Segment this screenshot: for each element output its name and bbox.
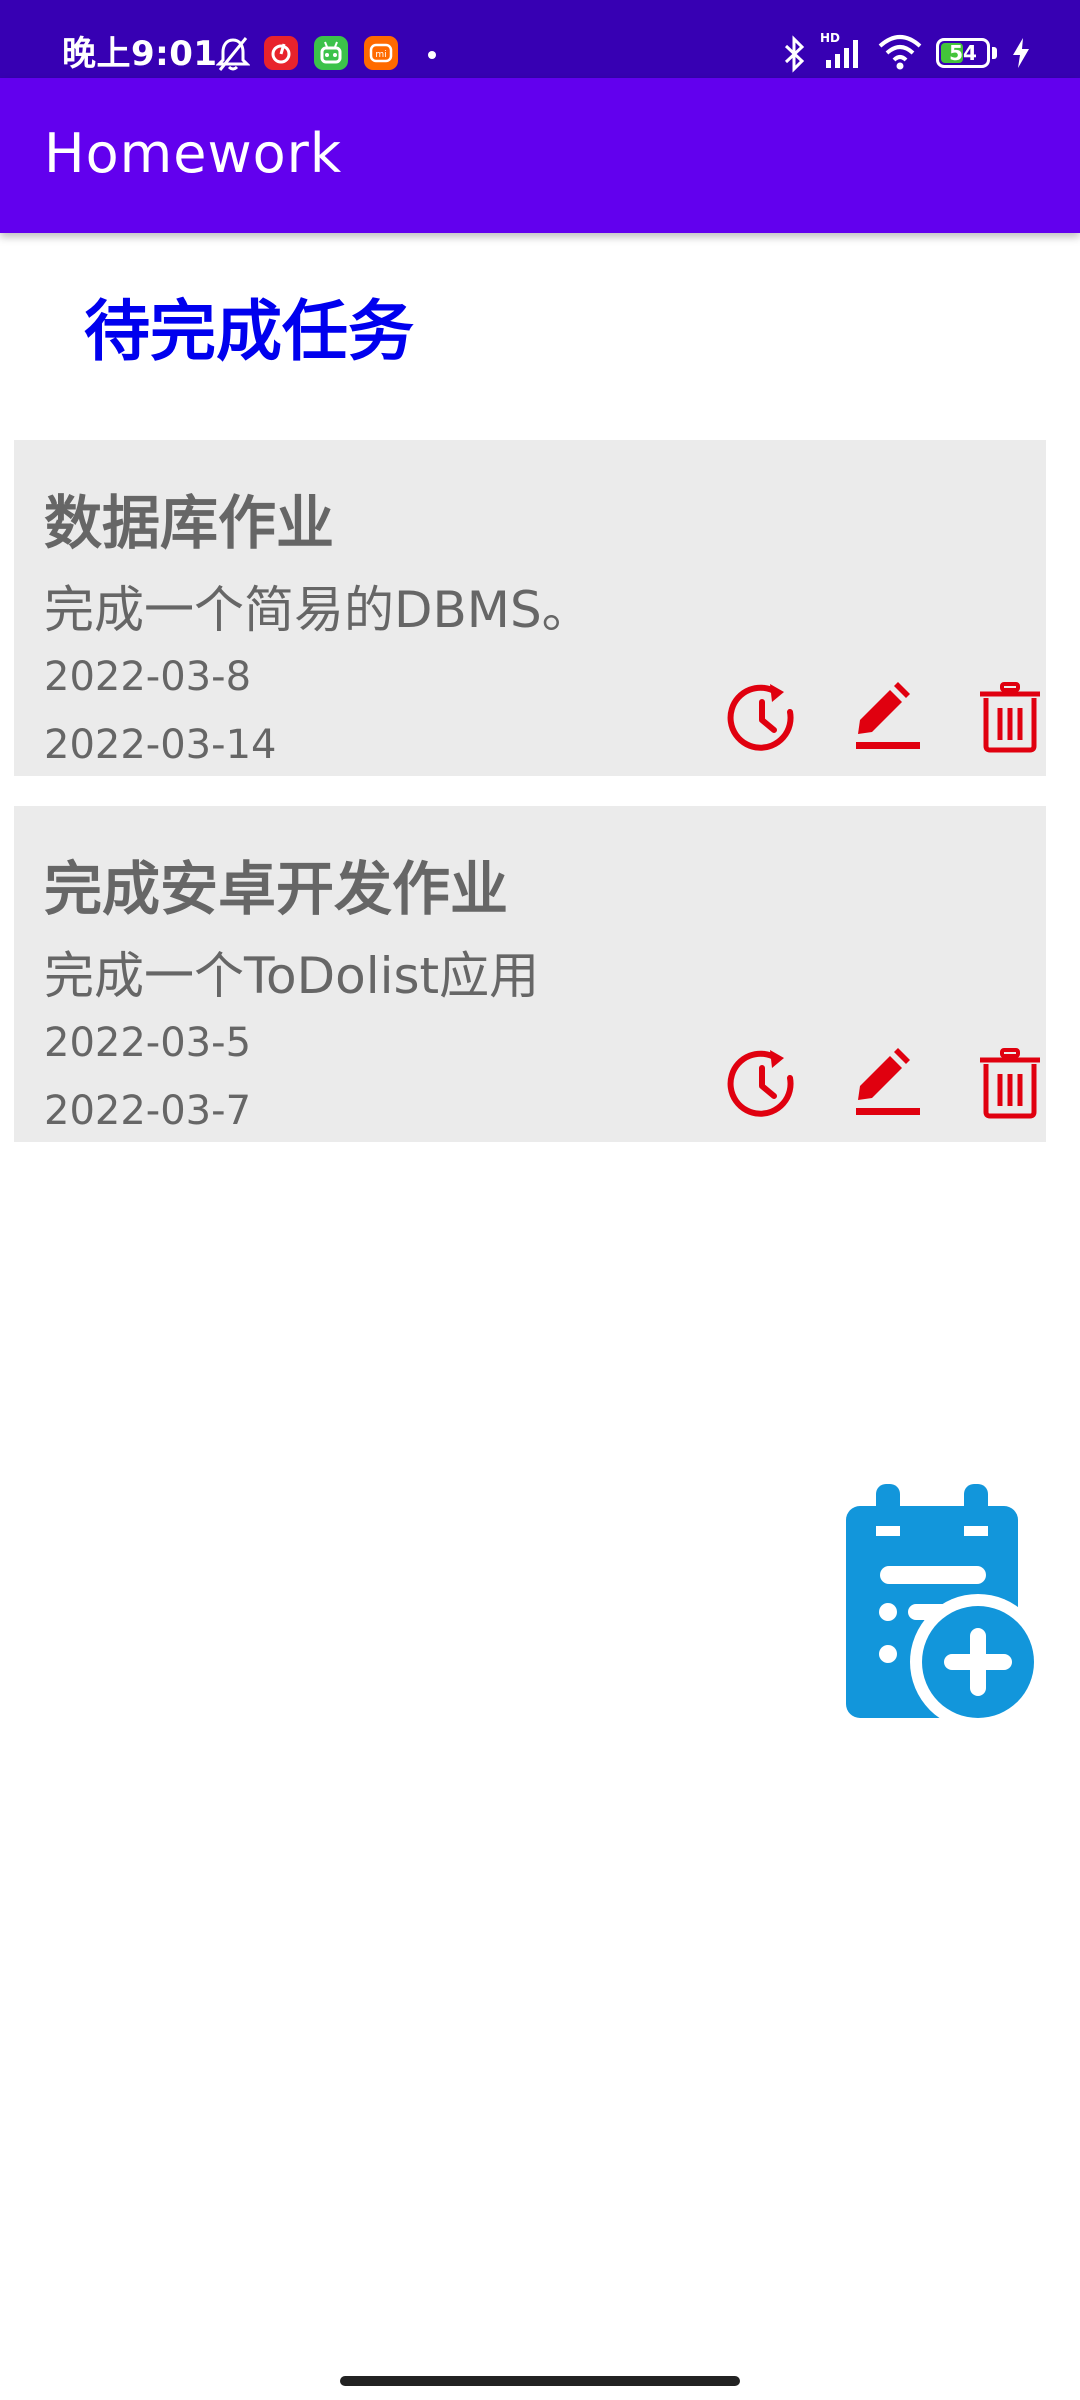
app-title: Homework	[44, 122, 343, 185]
task-description: 完成一个ToDolist应用	[44, 947, 540, 1005]
task-end-date: 2022-03-14	[44, 722, 277, 768]
task-start-date: 2022-03-8	[44, 654, 252, 700]
home-indicator[interactable]	[340, 2376, 740, 2386]
cell-signal-icon: HD	[818, 30, 864, 76]
delete-button[interactable]	[970, 678, 1046, 758]
calendar-add-icon	[846, 1484, 1046, 1730]
mi-badge: mi	[364, 36, 398, 70]
delete-button[interactable]	[970, 1044, 1046, 1124]
edit-button[interactable]	[846, 678, 926, 758]
section-title: 待完成任务	[84, 293, 414, 370]
edit-icon	[856, 1048, 920, 1115]
postpone-button[interactable]	[722, 678, 802, 758]
status-time: 晚上9:01	[62, 34, 218, 74]
delete-icon	[980, 682, 1040, 753]
delete-icon	[980, 1048, 1040, 1119]
battery-level: 54	[949, 41, 977, 65]
network-label: HD	[820, 31, 840, 45]
bluetooth-icon	[782, 34, 808, 78]
wifi-icon	[878, 34, 922, 74]
task-title: 数据库作业	[44, 489, 335, 557]
android-badge	[314, 36, 348, 70]
postpone-button[interactable]	[722, 1044, 802, 1124]
add-task-button[interactable]	[846, 1484, 1046, 1730]
task-end-date: 2022-03-7	[44, 1088, 252, 1134]
postpone-icon	[727, 1050, 794, 1117]
task-card[interactable]: 完成安卓开发作业 完成一个ToDolist应用 2022-03-5 2022-0…	[14, 806, 1046, 1142]
battery-cap	[992, 47, 997, 59]
task-card[interactable]: 数据库作业 完成一个简易的DBMS。 2022-03-8 2022-03-14	[14, 440, 1046, 776]
postpone-icon	[727, 684, 794, 751]
bell-off-icon	[215, 36, 251, 76]
charging-bolt-icon	[1010, 36, 1032, 74]
task-description: 完成一个简易的DBMS。	[44, 581, 592, 639]
svg-text:mi: mi	[375, 50, 386, 60]
netease-music-badge	[264, 36, 298, 70]
screen: 晚上9:01 mi HD 54 Homework 待完成任务 数据库作业 完成一…	[0, 0, 1080, 2400]
app-bar: Homework	[0, 78, 1080, 233]
edit-icon	[856, 682, 920, 749]
notification-dot	[428, 51, 436, 59]
status-bar: 晚上9:01 mi HD 54	[0, 0, 1080, 78]
battery-icon: 54	[936, 38, 990, 68]
task-title: 完成安卓开发作业	[44, 855, 509, 923]
task-start-date: 2022-03-5	[44, 1020, 252, 1066]
edit-button[interactable]	[846, 1044, 926, 1124]
